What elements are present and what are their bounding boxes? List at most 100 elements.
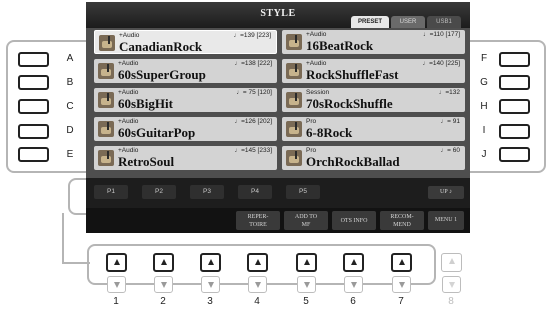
function-row: REPER- TOIRE ADD TO MF OTS INFO RECOM- M… (86, 208, 470, 233)
button-number-4: 4 (254, 296, 260, 307)
style-item-60ssupergroup[interactable]: +Audio ♩=138 [222] 60sSuperGroup (94, 59, 277, 83)
arrow-up-icon (161, 259, 167, 265)
page-selector: P1 P2 P3 P4 P5 UP ♪ (86, 178, 470, 208)
page-button-p1[interactable]: P1 (94, 185, 128, 199)
style-item-rockshufflefast[interactable]: +Audio ♩=140 [225] RockShuffleFast (282, 59, 465, 83)
up-button-5[interactable] (296, 253, 317, 272)
side-letter-e: E (66, 149, 74, 160)
style-tempo: ♩=110 [177] (423, 31, 460, 38)
arrow-up-icon (399, 259, 405, 265)
down-button-6[interactable] (344, 276, 363, 293)
menu1-button[interactable]: MENU 1 (428, 211, 464, 230)
up-button[interactable]: UP ♪ (428, 186, 464, 199)
style-item-6-8rock[interactable]: Pro ♩= 91 6-8Rock (282, 117, 465, 141)
side-letter-d: D (66, 125, 74, 136)
down-button-8[interactable] (442, 276, 461, 293)
arrow-down-icon (208, 282, 214, 288)
style-category: +Audio (118, 147, 139, 154)
style-category: Session (306, 89, 330, 96)
add-to-mf-label-2: MF (301, 222, 311, 228)
style-item-16beatrock[interactable]: +Audio ♩=110 [177] 16BeatRock (282, 30, 465, 54)
arrow-up-icon (208, 259, 214, 265)
tab-user[interactable]: USER (391, 16, 425, 28)
style-item-70srockshuffle[interactable]: Session ♩=132 70sRockShuffle (282, 88, 465, 112)
up-button-4[interactable] (247, 253, 268, 272)
down-button-3[interactable] (201, 276, 220, 293)
up-button-6[interactable] (343, 253, 364, 272)
tab-usb1[interactable]: USB1 (427, 16, 461, 28)
up-button-3[interactable] (200, 253, 221, 272)
side-button-e[interactable] (18, 147, 49, 162)
style-tempo: ♩=132 (438, 89, 460, 96)
frame-connector-bottom (62, 262, 90, 264)
repertoire-button[interactable]: REPER- TOIRE (236, 211, 280, 230)
arrow-down-icon (351, 282, 357, 288)
recommend-button[interactable]: RECOM- MEND (380, 211, 424, 230)
up-button-8[interactable] (441, 253, 462, 272)
ots-info-button[interactable]: OTS INFO (332, 211, 376, 230)
style-tempo: ♩= 75 [120] (236, 89, 272, 96)
side-button-g[interactable] (499, 75, 530, 90)
button-number-1: 1 (113, 296, 119, 307)
style-category: +Audio (306, 31, 327, 38)
style-name: RetroSoul (118, 154, 175, 169)
up-button-2[interactable] (153, 253, 174, 272)
style-category: Pro (306, 147, 317, 154)
style-item-orchrockballad[interactable]: Pro ♩= 60 OrchRockBallad (282, 146, 465, 170)
up-button-7[interactable] (391, 253, 412, 272)
arrow-up-icon (114, 259, 120, 265)
page-button-p4[interactable]: P4 (238, 185, 272, 199)
side-letter-h: H (480, 101, 488, 112)
recommend-label-1: RECOM- (390, 214, 414, 220)
side-button-d[interactable] (18, 124, 49, 139)
side-button-i[interactable] (499, 124, 530, 139)
style-tempo: ♩=138 [222] (234, 60, 272, 67)
down-button-7[interactable] (392, 276, 411, 293)
arrow-down-icon (161, 282, 167, 288)
side-letter-f: F (480, 53, 488, 64)
style-category: +Audio (118, 89, 139, 96)
style-category: +Audio (118, 60, 139, 67)
side-button-f[interactable] (499, 52, 530, 67)
side-button-c[interactable] (18, 99, 49, 114)
style-name: RockShuffleFast (306, 67, 399, 82)
tab-preset[interactable]: PRESET (351, 16, 389, 28)
arrow-up-icon (255, 259, 261, 265)
style-category: +Audio (118, 118, 139, 125)
style-item-retrosoul[interactable]: +Audio ♩=145 [233] RetroSoul (94, 146, 277, 170)
side-button-h[interactable] (499, 99, 530, 114)
style-item-60sguitarpop[interactable]: +Audio ♩=126 [202] 60sGuitarPop (94, 117, 277, 141)
down-button-5[interactable] (297, 276, 316, 293)
up-button-1[interactable] (106, 253, 127, 272)
page-button-p3[interactable]: P3 (190, 185, 224, 199)
frame-connector-left (62, 213, 64, 263)
style-tempo: ♩=139 [223] (233, 32, 271, 39)
style-tempo: ♩=140 [225] (422, 60, 460, 67)
style-name: 60sBigHit (118, 96, 173, 111)
button-number-2: 2 (160, 296, 166, 307)
style-list: +Audio ♩=139 [223] CanadianRock +Audio ♩… (86, 28, 470, 178)
down-button-2[interactable] (154, 276, 173, 293)
style-name: 60sSuperGroup (118, 67, 206, 82)
button-number-5: 5 (303, 296, 309, 307)
page-button-p5[interactable]: P5 (286, 185, 320, 199)
style-tempo: ♩=145 [233] (234, 147, 272, 154)
side-button-a[interactable] (18, 52, 49, 67)
arrow-down-icon (449, 282, 455, 288)
style-category: +Audio (119, 32, 140, 39)
style-item-canadianrock[interactable]: +Audio ♩=139 [223] CanadianRock (94, 30, 277, 54)
style-name: 60sGuitarPop (118, 125, 196, 140)
down-button-4[interactable] (248, 276, 267, 293)
side-button-j[interactable] (499, 147, 530, 162)
add-to-mf-button[interactable]: ADD TO MF (284, 211, 328, 230)
button-number-8: 8 (448, 296, 454, 307)
style-category: +Audio (306, 60, 327, 67)
down-button-1[interactable] (107, 276, 126, 293)
page-button-p2[interactable]: P2 (142, 185, 176, 199)
side-button-b[interactable] (18, 75, 49, 90)
style-item-60sbighit[interactable]: +Audio ♩= 75 [120] 60sBigHit (94, 88, 277, 112)
side-letter-j: J (481, 149, 487, 160)
arrow-up-icon (351, 259, 357, 265)
button-number-3: 3 (207, 296, 213, 307)
guitar-icon (99, 35, 115, 51)
